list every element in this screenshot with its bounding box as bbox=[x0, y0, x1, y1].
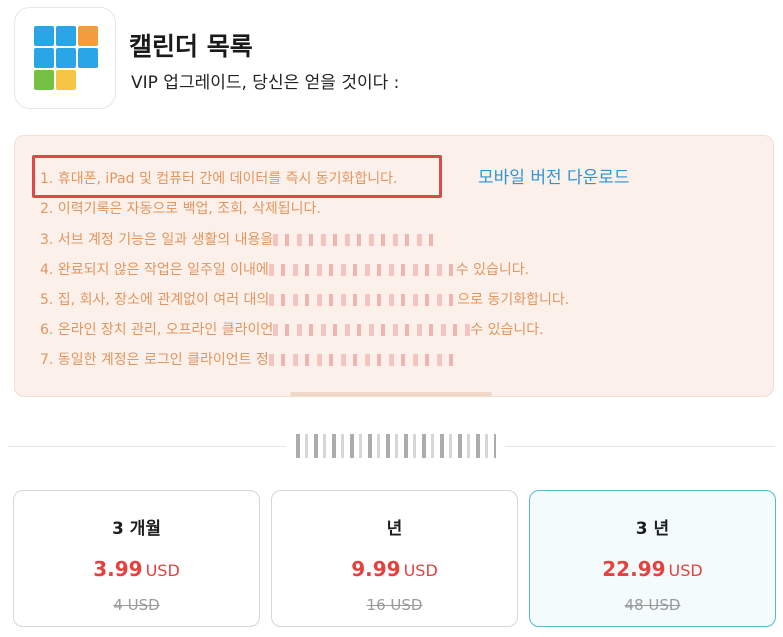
feature-text: 7. 동일한 계정은 로그인 클라이언트 정 bbox=[40, 352, 269, 368]
feature-text: 4. 완료되지 않은 작업은 일주일 이내에 bbox=[40, 262, 269, 278]
pixelated-text bbox=[269, 294, 458, 306]
feature-text-tail: 수 있습니다. bbox=[455, 262, 530, 278]
highlight-annotation bbox=[32, 155, 442, 198]
plan-name: 3 개월 bbox=[111, 519, 162, 539]
mobile-download-link[interactable]: 모바일 버전 다운로드 bbox=[478, 163, 630, 188]
plan-price-row: 9.99 USD bbox=[272, 557, 517, 581]
plan-currency: USD bbox=[403, 561, 438, 580]
pixelated-text bbox=[273, 324, 471, 336]
pixelated-text bbox=[273, 234, 439, 246]
divider-right bbox=[505, 446, 775, 447]
feature-text: 5. 집, 회사, 장소에 관계없이 여러 대의 bbox=[40, 292, 270, 308]
plan-price-row: 22.99 USD bbox=[530, 557, 775, 581]
plan-currency: USD bbox=[668, 561, 703, 580]
plan-price: 3.99 bbox=[93, 557, 143, 581]
feature-text-tail: 으로 동기화합니다. bbox=[457, 292, 570, 308]
plan-price: 22.99 bbox=[602, 557, 666, 581]
plan-name: 년 bbox=[386, 519, 403, 539]
feature-item: 6. 온라인 장치 관리, 오프라인 클라이언 수 있습니다. bbox=[40, 319, 544, 339]
feature-item: 4. 완료되지 않은 작업은 일주일 이내에 수 있습니다. bbox=[40, 259, 529, 279]
feature-text: 3. 서브 계정 기능은 일과 생활의 내용을 bbox=[40, 232, 274, 248]
plan-currency: USD bbox=[145, 561, 180, 580]
feature-text: 6. 온라인 장치 관리, 오프라인 클라이언 bbox=[40, 322, 274, 338]
pixelated-text bbox=[268, 354, 461, 366]
feature-text: 2. 이력기록은 자동으로 백업, 조회, 삭제됩니다. bbox=[40, 201, 321, 217]
feature-item: 3. 서브 계정 기능은 일과 생활의 내용을 bbox=[40, 229, 439, 249]
page-title: 캘린더 목록 bbox=[129, 32, 253, 61]
divider-left bbox=[8, 446, 286, 447]
plan-card-3-years[interactable]: 3 년 22.99 USD 48 USD bbox=[529, 490, 776, 627]
plan-original-price: 4 USD bbox=[113, 596, 160, 614]
horizontal-scrollbar[interactable] bbox=[290, 392, 492, 396]
app-logo bbox=[14, 7, 116, 109]
plan-name: 3 년 bbox=[635, 519, 670, 539]
feature-item: 2. 이력기록은 자동으로 백업, 조회, 삭제됩니다. bbox=[40, 198, 321, 218]
feature-item: 5. 집, 회사, 장소에 관계없이 여러 대의 으로 동기화합니다. bbox=[40, 289, 569, 309]
plan-card-1-year[interactable]: 년 9.99 USD 16 USD bbox=[271, 490, 518, 627]
feature-item: 7. 동일한 계정은 로그인 클라이언트 정 bbox=[40, 349, 461, 369]
plan-price: 9.99 bbox=[351, 557, 401, 581]
vip-upgrade-page: 캘린더 목록 VIP 업그레이드, 당신은 얻을 것이다 : 1. 휴대폰, i… bbox=[0, 0, 783, 637]
pixelated-text bbox=[268, 264, 456, 276]
plan-original-price: 48 USD bbox=[624, 596, 681, 614]
plan-price-row: 3.99 USD bbox=[14, 557, 259, 581]
plan-card-3-months[interactable]: 3 개월 3.99 USD 4 USD bbox=[13, 490, 260, 627]
pixelated-section-heading bbox=[296, 434, 496, 458]
feature-text-tail: 수 있습니다. bbox=[470, 322, 544, 338]
calendar-grid-icon bbox=[34, 26, 98, 90]
plan-original-price: 16 USD bbox=[366, 596, 423, 614]
page-subtitle: VIP 업그레이드, 당신은 얻을 것이다 : bbox=[131, 73, 400, 93]
